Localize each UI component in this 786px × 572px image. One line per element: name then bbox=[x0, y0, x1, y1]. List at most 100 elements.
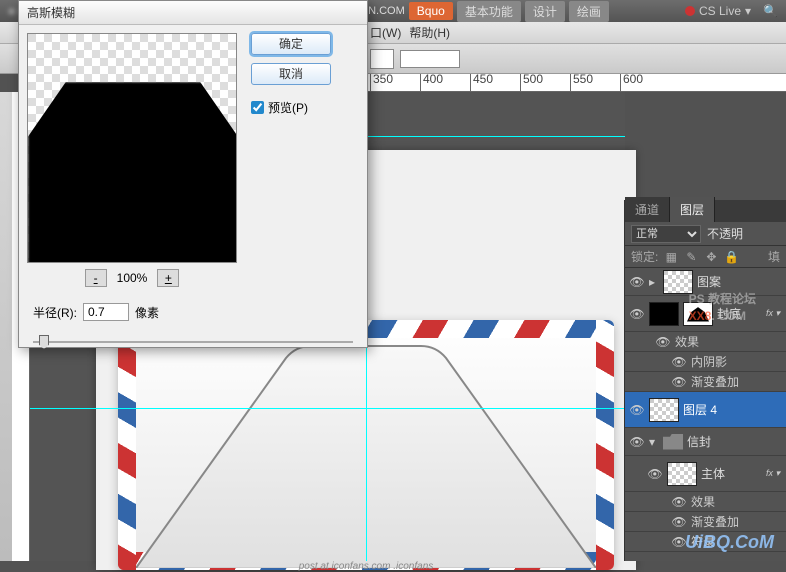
layer-thumb bbox=[663, 270, 693, 294]
layer-row[interactable]: 👁 主体 fx ▾ bbox=[625, 456, 786, 492]
slider-thumb[interactable] bbox=[39, 335, 49, 349]
eye-icon[interactable]: 👁 bbox=[671, 495, 687, 509]
zoom-in-button[interactable]: + bbox=[157, 269, 179, 287]
blend-mode-select[interactable]: 正常 bbox=[631, 225, 701, 243]
collapse-icon[interactable]: ▸ bbox=[649, 275, 659, 289]
zoom-out-button[interactable]: - bbox=[85, 269, 107, 287]
eye-icon[interactable]: 👁 bbox=[647, 467, 663, 481]
radius-input[interactable] bbox=[83, 303, 129, 321]
chevron-down-icon: ▾ bbox=[745, 4, 751, 18]
toolbox[interactable] bbox=[0, 92, 12, 561]
effect-label: 渐变叠加 bbox=[691, 373, 739, 390]
eye-icon[interactable]: 👁 bbox=[655, 335, 671, 349]
eye-icon[interactable]: 👁 bbox=[671, 535, 687, 549]
layer-options: 正常 不透明 bbox=[625, 222, 786, 246]
search-icon[interactable]: 🔍 bbox=[763, 4, 778, 18]
menu-window[interactable]: 口(W) bbox=[370, 24, 401, 41]
ok-button[interactable]: 确定 bbox=[251, 33, 331, 55]
layer-name: 图案 bbox=[697, 273, 721, 290]
gaussian-blur-dialog: 高斯模糊 - 100% + 确定 取消 预览(P) 半径(R): 像素 bbox=[18, 0, 368, 348]
stripe-left bbox=[118, 320, 136, 570]
tick: 350 bbox=[370, 74, 393, 92]
eye-icon[interactable]: 👁 bbox=[629, 307, 645, 321]
layer-effect[interactable]: 👁 渐变叠加 bbox=[625, 372, 786, 392]
cslive-dot-icon bbox=[685, 6, 695, 16]
layers-list: 👁 ▸ 图案 👁 封底 fx ▾ 👁 效果 👁 内阴影 👁 渐变叠加 👁 图 bbox=[625, 268, 786, 552]
layer-thumb bbox=[667, 462, 697, 486]
cancel-button[interactable]: 取消 bbox=[251, 63, 331, 85]
fx-badge[interactable]: fx ▾ bbox=[766, 468, 780, 479]
layer-effect[interactable]: 👁 效果 bbox=[625, 332, 786, 352]
fx-badge[interactable]: fx ▾ bbox=[766, 308, 780, 319]
tick: 550 bbox=[570, 74, 593, 92]
preview-label: 预览(P) bbox=[268, 99, 308, 116]
radius-unit: 像素 bbox=[135, 304, 159, 321]
layers-panel: 通道 图层 正常 不透明 锁定: ▦ ✎ ✥ 🔒 填 👁 ▸ 图案 👁 封底 f… bbox=[624, 200, 786, 561]
preview-checkbox[interactable]: 预览(P) bbox=[251, 99, 359, 116]
radius-slider[interactable] bbox=[33, 333, 353, 351]
menu-help[interactable]: 帮助(H) bbox=[409, 24, 450, 41]
tab-layers[interactable]: 图层 bbox=[670, 197, 715, 222]
folder-icon bbox=[663, 434, 683, 450]
layer-effect[interactable]: 👁 符录 bbox=[625, 532, 786, 552]
option-swatch[interactable] bbox=[370, 49, 394, 69]
lock-row: 锁定: ▦ ✎ ✥ 🔒 填 bbox=[625, 246, 786, 268]
tick: 500 bbox=[520, 74, 543, 92]
lock-transparency-icon[interactable]: ▦ bbox=[664, 250, 678, 264]
workspace-paint[interactable]: 绘画 bbox=[569, 1, 609, 22]
cslive-button[interactable]: CS Live ▾ 🔍 bbox=[685, 4, 778, 18]
zoom-level: 100% bbox=[117, 271, 148, 285]
opacity-label: 不透明 bbox=[707, 225, 743, 242]
eye-icon[interactable]: 👁 bbox=[671, 355, 687, 369]
workspace-basic[interactable]: 基本功能 bbox=[457, 1, 521, 22]
fill-label: 填 bbox=[768, 248, 780, 265]
layer-row[interactable]: 👁 ▸ 图案 bbox=[625, 268, 786, 296]
layer-effect[interactable]: 👁 渐变叠加 bbox=[625, 512, 786, 532]
collapse-icon[interactable]: ▾ bbox=[649, 435, 659, 449]
layer-thumb bbox=[649, 302, 679, 326]
layer-effect[interactable]: 👁 内阴影 bbox=[625, 352, 786, 372]
workspace-design[interactable]: 设计 bbox=[525, 1, 565, 22]
eye-icon[interactable]: 👁 bbox=[629, 275, 645, 289]
eye-icon[interactable]: 👁 bbox=[671, 375, 687, 389]
guide-h2[interactable] bbox=[30, 408, 625, 409]
zoom-controls: - 100% + bbox=[27, 269, 237, 287]
layer-thumb bbox=[649, 398, 679, 422]
layer-group[interactable]: 👁 ▾ 信封 bbox=[625, 428, 786, 456]
workspace-bquo[interactable]: Bquo bbox=[409, 2, 453, 20]
preview-checkbox-input[interactable] bbox=[251, 101, 264, 114]
lock-all-icon[interactable]: 🔒 bbox=[724, 250, 738, 264]
option-field[interactable] bbox=[400, 50, 460, 68]
layer-effect[interactable]: 👁 效果 bbox=[625, 492, 786, 512]
preview-shape bbox=[28, 82, 237, 263]
layer-row-selected[interactable]: 👁 图层 4 bbox=[625, 392, 786, 428]
slider-track bbox=[33, 341, 353, 343]
tick: 400 bbox=[420, 74, 443, 92]
layer-name: 信封 bbox=[687, 433, 711, 450]
dialog-title: 高斯模糊 bbox=[27, 4, 75, 21]
effect-label: 效果 bbox=[675, 333, 699, 350]
effect-label: 符录 bbox=[691, 533, 715, 550]
panel-tabs: 通道 图层 bbox=[625, 200, 786, 222]
layer-mask-thumb bbox=[683, 302, 713, 326]
tab-channels[interactable]: 通道 bbox=[625, 197, 670, 222]
effect-label: 内阴影 bbox=[691, 353, 727, 370]
lock-label: 锁定: bbox=[631, 248, 658, 265]
layer-name: 图层 4 bbox=[683, 401, 717, 418]
lock-move-icon[interactable]: ✥ bbox=[704, 250, 718, 264]
layer-name: 封底 bbox=[717, 305, 741, 322]
eye-icon[interactable]: 👁 bbox=[629, 403, 645, 417]
effect-label: 渐变叠加 bbox=[691, 513, 739, 530]
layer-row[interactable]: 👁 封底 fx ▾ bbox=[625, 296, 786, 332]
eye-icon[interactable]: 👁 bbox=[671, 515, 687, 529]
tick: 600 bbox=[620, 74, 643, 92]
footer-credit: post at iconfans.com .iconfans bbox=[299, 561, 434, 572]
eye-icon[interactable]: 👁 bbox=[629, 435, 645, 449]
radius-row: 半径(R): 像素 bbox=[19, 295, 367, 329]
cslive-label: CS Live bbox=[699, 4, 741, 18]
filter-preview[interactable] bbox=[27, 33, 237, 263]
lock-brush-icon[interactable]: ✎ bbox=[684, 250, 698, 264]
layer-name: 主体 bbox=[701, 465, 725, 482]
radius-label: 半径(R): bbox=[33, 304, 77, 321]
dialog-titlebar[interactable]: 高斯模糊 bbox=[19, 1, 367, 25]
